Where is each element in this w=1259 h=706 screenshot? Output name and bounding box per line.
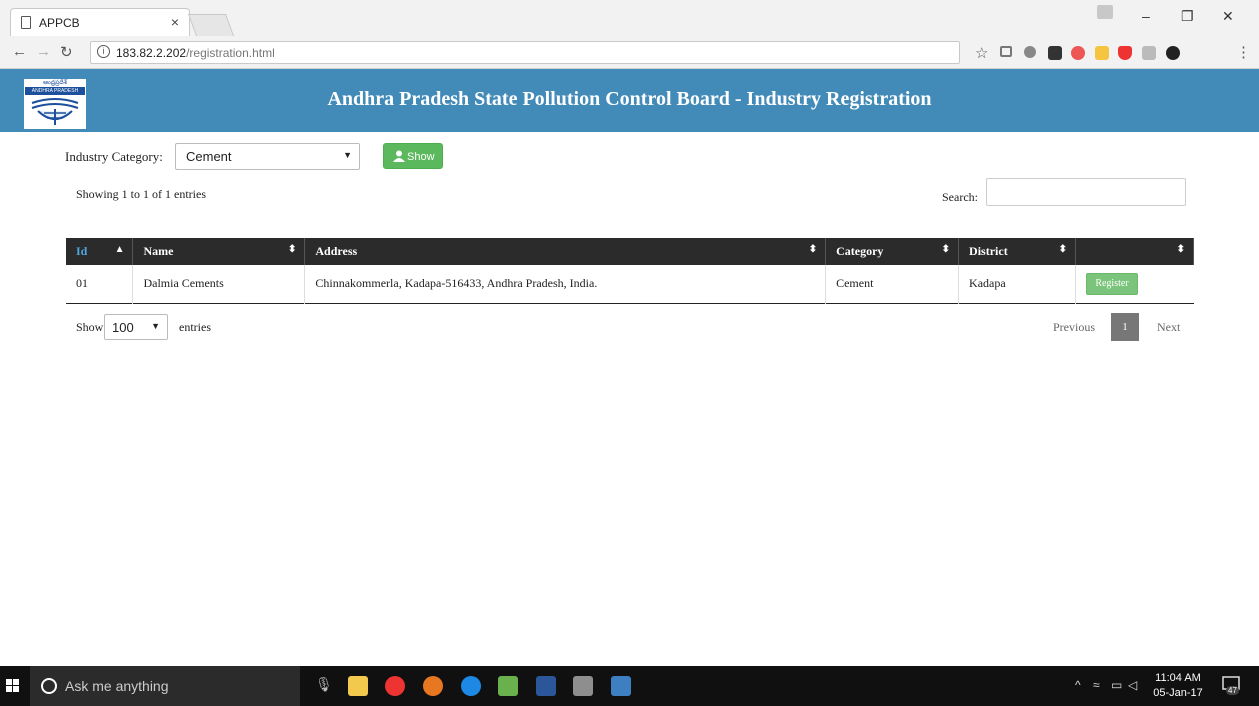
restore-icon[interactable]: ❐	[1181, 8, 1194, 25]
clock-time: 11:04 AM	[1155, 672, 1201, 684]
browser-titlebar: APPCB × – ❐ ✕	[0, 0, 1259, 36]
sort-asc-icon: ▲	[114, 244, 125, 255]
back-icon[interactable]: ←	[12, 43, 27, 60]
reload-icon[interactable]: ↻	[60, 43, 73, 61]
browser-toolbar: ← → ↻ i 183.82.2.202/registration.html ☆…	[0, 36, 1259, 69]
tab-title: APPCB	[39, 16, 80, 30]
close-window-icon[interactable]: ✕	[1222, 8, 1234, 25]
photos-icon[interactable]	[498, 676, 518, 696]
gray-extension-icon[interactable]	[1142, 46, 1156, 60]
show-button[interactable]: Show	[383, 143, 443, 169]
new-tab-button[interactable]	[187, 14, 235, 36]
entries-label: entries	[179, 320, 211, 334]
table-row: 01 Dalmia Cements Chinnakommerla, Kadapa…	[66, 265, 1194, 303]
notification-center-icon[interactable]: 47	[1222, 676, 1240, 695]
windows-start-icon[interactable]	[6, 679, 20, 693]
column-header-action[interactable]: ⬍	[1075, 238, 1194, 265]
column-header-id[interactable]: Id ▲	[66, 238, 134, 265]
logo-text-telugu: ఆంధ్రప్రదేశ్	[43, 79, 67, 86]
shield-extension-icon[interactable]	[1118, 46, 1132, 60]
battery-icon[interactable]: ▭	[1111, 678, 1122, 692]
column-header-category[interactable]: Category ⬍	[825, 238, 960, 265]
bookmark-star-icon[interactable]: ☆	[975, 44, 988, 62]
file-explorer-icon[interactable]	[348, 676, 368, 696]
site-header: ఆంధ్రప్రదేశ్ ANDHRA PRADESH Andhra Prade…	[0, 69, 1259, 132]
industry-category-label: Industry Category:	[65, 149, 163, 164]
user-icon	[393, 150, 405, 162]
cell-name: Dalmia Cements	[132, 265, 306, 303]
word-icon[interactable]	[536, 676, 556, 696]
document-icon	[21, 16, 31, 29]
industry-table: Id ▲ Name ⬍ Address ⬍ Category ⬍ District ⬍ ⬍…	[66, 238, 1194, 304]
show-button-label: Show	[407, 151, 435, 163]
sort-icon: ⬍	[808, 244, 818, 255]
page-length-select[interactable]: 100 ▼	[104, 314, 168, 340]
circle-extension-icon[interactable]	[1166, 46, 1180, 60]
cortana-icon	[41, 678, 57, 694]
tray-chevron-icon[interactable]: ^	[1075, 678, 1081, 692]
microphone-icon[interactable]: 🎙	[315, 676, 333, 693]
industry-category-value: Cement	[186, 149, 232, 164]
chrome-icon[interactable]	[385, 676, 405, 696]
puzzle-extension-icon[interactable]	[1024, 46, 1036, 58]
pagination-next[interactable]: Next	[1157, 320, 1180, 335]
search-label: Search:	[942, 190, 978, 204]
clock-date: 05-Jan-17	[1153, 687, 1203, 699]
pagination-page-1[interactable]: 1	[1111, 313, 1139, 341]
firefox-icon[interactable]	[423, 676, 443, 696]
taskbar-clock[interactable]: 11:04 AM 05-Jan-17	[1150, 671, 1206, 701]
sort-icon: ⬍	[1176, 244, 1185, 255]
table-info-text: Showing 1 to 1 of 1 entries	[76, 187, 206, 201]
minimize-icon[interactable]: –	[1142, 8, 1150, 24]
film-extension-icon[interactable]	[1048, 46, 1062, 60]
dropdown-caret-icon: ▼	[343, 150, 352, 160]
dropdown-caret-icon: ▼	[151, 321, 160, 331]
register-button[interactable]: Register	[1086, 272, 1138, 295]
industry-category-select[interactable]: Cement ▼	[175, 143, 360, 170]
pagination-previous[interactable]: Previous	[1053, 320, 1095, 335]
chrome-extension-icon[interactable]	[1071, 46, 1085, 60]
taskbar: Ask me anything 🎙 ^ ≈ ▭ ◁ 11:04 AM 05-Ja…	[0, 666, 1259, 706]
cortana-search-box[interactable]: Ask me anything	[30, 666, 300, 706]
info-icon[interactable]: i	[97, 45, 110, 58]
cortana-search-placeholder: Ask me anything	[65, 678, 169, 694]
cell-district: Kadapa	[958, 265, 1076, 303]
cell-id: 01	[66, 265, 134, 303]
column-header-district[interactable]: District ⬍	[958, 238, 1076, 265]
network-app-icon[interactable]	[611, 676, 631, 696]
sort-icon: ⬍	[1058, 244, 1067, 255]
page-length-value: 100	[112, 320, 134, 335]
table-header-row: Id ▲ Name ⬍ Address ⬍ Category ⬍ District ⬍ ⬍	[66, 238, 1194, 265]
camera-extension-icon[interactable]	[1000, 46, 1012, 57]
snipping-tool-icon[interactable]	[573, 676, 593, 696]
page-title: Andhra Pradesh State Pollution Control B…	[327, 88, 932, 110]
cell-category: Cement	[825, 265, 960, 303]
face-extension-icon[interactable]	[1095, 46, 1109, 60]
address-bar[interactable]: i 183.82.2.202/registration.html	[90, 41, 960, 64]
url-text: 183.82.2.202/registration.html	[116, 46, 275, 60]
notification-count: 47	[1226, 686, 1239, 695]
tab-close-button[interactable]: ×	[171, 14, 179, 30]
cell-action: Register	[1076, 265, 1194, 303]
column-header-name[interactable]: Name ⬍	[132, 238, 306, 265]
sort-icon: ⬍	[288, 244, 297, 255]
volume-icon[interactable]: ◁	[1128, 678, 1137, 692]
menu-icon[interactable]: ⋮	[1236, 43, 1251, 61]
column-header-address[interactable]: Address ⬍	[304, 238, 827, 265]
wifi-icon[interactable]: ≈	[1093, 678, 1100, 692]
cell-address: Chinnakommerla, Kadapa-516433, Andhra Pr…	[304, 265, 827, 303]
show-entries-label: Show	[76, 320, 104, 334]
profile-icon[interactable]	[1097, 5, 1113, 19]
sort-icon: ⬍	[941, 244, 951, 255]
edge-icon[interactable]	[461, 676, 481, 696]
search-input[interactable]	[986, 178, 1186, 206]
forward-icon[interactable]: →	[36, 43, 51, 60]
browser-tab[interactable]: APPCB ×	[10, 8, 190, 36]
